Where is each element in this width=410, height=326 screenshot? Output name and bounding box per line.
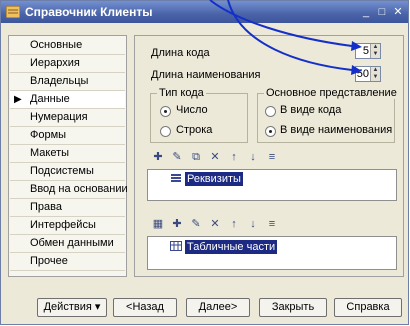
- nav-item-label: Прочее: [30, 255, 68, 267]
- code-length-value: 5: [362, 45, 369, 57]
- copy-attribute-icon[interactable]: ⧉: [189, 151, 203, 163]
- actions-button-label: Действия: [43, 301, 92, 313]
- nav-item-label: Макеты: [30, 147, 70, 159]
- name-length-spin-buttons[interactable]: ▲ ▼: [370, 67, 380, 81]
- nav-item[interactable]: Обмен данными: [10, 235, 125, 253]
- nav-item-label: Основные: [30, 39, 83, 51]
- nav-item[interactable]: Макеты: [10, 145, 125, 163]
- attributes-folder-icon: [170, 173, 182, 183]
- nav-item[interactable]: Прочее: [10, 253, 125, 271]
- nav-item-label: Владельцы: [30, 75, 89, 87]
- add-tabular-attribute-icon[interactable]: ✚: [170, 218, 184, 230]
- main-view-code-radio[interactable]: [265, 106, 276, 117]
- minimize-button[interactable]: _: [359, 6, 373, 19]
- active-arrow-icon: ▶: [14, 94, 22, 105]
- attributes-toolbar: ✚ ✎ ⧉ ✕ ↑ ↓ ≡: [151, 151, 281, 165]
- nav-item-label: Обмен данными: [30, 237, 114, 249]
- code-type-number-radio[interactable]: [160, 106, 171, 117]
- main-view-name-radio[interactable]: [265, 126, 276, 137]
- tabular-sort-icon[interactable]: ≡: [265, 218, 279, 230]
- table-icon: [170, 241, 182, 251]
- name-length-label: Длина наименования: [151, 69, 261, 81]
- code-type-number-label: Число: [176, 104, 208, 116]
- main-view-name-label: В виде наименования: [280, 124, 393, 136]
- close-dialog-button[interactable]: Закрыть: [259, 298, 327, 317]
- code-length-stepper[interactable]: 5 ▲ ▼: [355, 43, 381, 59]
- main-view-title: Основное представление: [264, 87, 399, 99]
- nav-item-label: Иерархия: [30, 57, 80, 69]
- code-type-group: Тип кода Число Строка: [150, 87, 248, 143]
- maximize-button[interactable]: □: [375, 6, 389, 19]
- nav-item-label: Права: [30, 201, 62, 213]
- dialog-window: Справочник Клиенты _ □ ✕ Основные Иерархи…: [0, 0, 409, 325]
- delete-attribute-icon[interactable]: ✕: [208, 151, 222, 163]
- move-down-icon[interactable]: ↓: [246, 151, 260, 163]
- add-attribute-icon[interactable]: ✚: [151, 151, 165, 163]
- nav-item[interactable]: Иерархия: [10, 55, 125, 73]
- sections-list: Основные Иерархия Владельцы ▶ Данные Нумераци…: [8, 35, 128, 277]
- attributes-item[interactable]: Реквизиты: [185, 172, 243, 186]
- code-type-title: Тип кода: [157, 87, 206, 99]
- tabular-move-down-icon[interactable]: ↓: [246, 218, 260, 230]
- nav-item[interactable]: Нумерация: [10, 109, 125, 127]
- nav-item-label: Формы: [30, 129, 67, 141]
- catalog-icon: [5, 5, 21, 19]
- nav-item[interactable]: ▶ Данные: [10, 91, 125, 109]
- main-view-code-label: В виде кода: [280, 104, 342, 116]
- code-type-string-label: Строка: [176, 124, 213, 136]
- nav-item-label: Интерфейсы: [30, 219, 96, 231]
- nav-item-label: Данные: [30, 93, 70, 105]
- tabular-parts-item[interactable]: Табличные части: [185, 240, 278, 254]
- move-up-icon[interactable]: ↑: [227, 151, 241, 163]
- main-view-group: Основное представление В виде кода В вид…: [257, 87, 399, 143]
- window-title: Справочник Клиенты: [25, 5, 153, 19]
- code-length-spin-buttons[interactable]: ▲ ▼: [370, 44, 380, 58]
- sort-icon[interactable]: ≡: [265, 151, 279, 163]
- nav-item[interactable]: Основные: [10, 37, 125, 55]
- attributes-list[interactable]: Реквизиты: [147, 169, 397, 201]
- nav-item[interactable]: Интерфейсы: [10, 217, 125, 235]
- title-bar[interactable]: Справочник Клиенты _ □ ✕: [1, 1, 408, 23]
- nav-item-label: Нумерация: [30, 111, 88, 123]
- nav-item[interactable]: Права: [10, 199, 125, 217]
- nav-item-label: Подсистемы: [30, 165, 94, 177]
- back-button[interactable]: <Назад: [113, 298, 177, 317]
- data-settings-panel: Длина кода 5 ▲ ▼ Длина наименования 50 ▲ ▼…: [134, 35, 404, 277]
- next-button[interactable]: Далее>: [186, 298, 250, 317]
- code-type-string-radio[interactable]: [160, 126, 171, 137]
- close-button[interactable]: ✕: [391, 6, 405, 19]
- nav-item[interactable]: Формы: [10, 127, 125, 145]
- nav-item[interactable]: Владельцы: [10, 73, 125, 91]
- delete-tabular-icon[interactable]: ✕: [208, 218, 222, 230]
- help-button[interactable]: Справка: [334, 298, 402, 317]
- actions-button[interactable]: Действия ▾: [37, 298, 107, 317]
- add-tabular-part-icon[interactable]: ▦: [151, 218, 165, 230]
- tabular-move-up-icon[interactable]: ↑: [227, 218, 241, 230]
- tabular-parts-toolbar: ▦ ✚ ✎ ✕ ↑ ↓ ≡: [151, 218, 281, 232]
- edit-attribute-icon[interactable]: ✎: [170, 151, 184, 163]
- nav-item-label: Ввод на основании: [30, 183, 128, 195]
- name-length-stepper[interactable]: 50 ▲ ▼: [355, 66, 381, 82]
- name-length-value: 50: [356, 68, 369, 80]
- nav-item[interactable]: Подсистемы: [10, 163, 125, 181]
- edit-tabular-icon[interactable]: ✎: [189, 218, 203, 230]
- tabular-parts-list[interactable]: Табличные части: [147, 236, 397, 270]
- code-length-label: Длина кода: [151, 47, 210, 59]
- nav-item[interactable]: Ввод на основании: [10, 181, 128, 199]
